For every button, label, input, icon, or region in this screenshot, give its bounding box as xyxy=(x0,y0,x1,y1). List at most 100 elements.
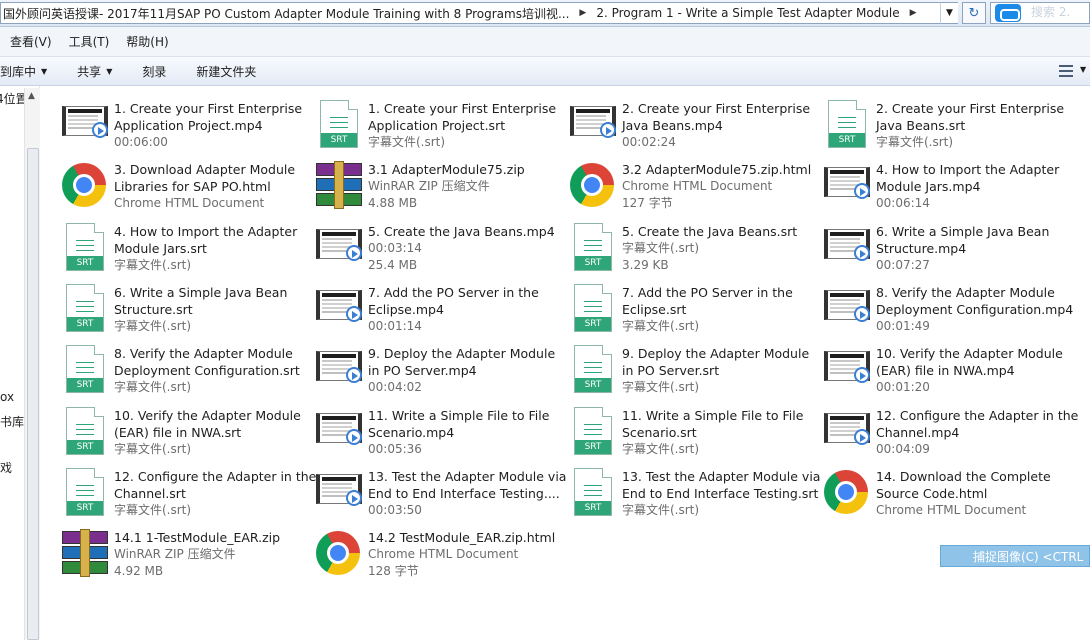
file-meta: WinRAR ZIP 压缩文件 xyxy=(114,547,236,561)
file-name: Application Project.srt xyxy=(368,118,506,133)
file-item[interactable]: SRT 11. Write a Simple File to File Scenar… xyxy=(548,399,803,457)
file-text: 6. Write a Simple Java Bean Structure.srt… xyxy=(114,284,294,335)
nav-item-box[interactable]: ox xyxy=(0,390,14,404)
file-item[interactable]: 3. Download Adapter Module Libraries for … xyxy=(40,153,295,211)
file-name: Java Beans.mp4 xyxy=(622,118,723,133)
file-item[interactable]: SRT 13. Test the Adapter Module via End to… xyxy=(548,460,820,518)
file-name: Scenario.srt xyxy=(622,425,697,440)
file-meta: 127 字节 xyxy=(622,196,673,210)
address-bar[interactable]: 国外顾问英语授课- 2017年11月SAP PO Custom Adapter … xyxy=(0,2,957,24)
file-text: 7. Add the PO Server in the Eclipse.mp4 00… xyxy=(368,284,548,335)
file-item[interactable]: SRT 8. Verify the Adapter Module Deploymen… xyxy=(40,337,300,395)
file-item[interactable]: SRT 12. Configure the Adapter in the Chann… xyxy=(40,460,316,518)
file-text: 14. Download the Complete Source Code.htm… xyxy=(876,468,1056,519)
file-item[interactable]: SRT 9. Deploy the Adapter Module in PO Ser… xyxy=(548,337,809,395)
capture-image-tooltip[interactable]: 捕捉图像(C) <CTRL xyxy=(940,545,1090,567)
file-item[interactable]: 12. Configure the Adapter in the Channel.… xyxy=(802,399,1078,457)
file-item[interactable]: 5. Create the Java Beans.mp4 00:03:14 25.4… xyxy=(294,215,555,273)
file-name: 12. Configure the Adapter in the xyxy=(876,408,1079,423)
file-name: 14.1 1-TestModule_EAR.zip xyxy=(114,530,281,545)
file-item[interactable]: 14. Download the Complete Source Code.htm… xyxy=(802,460,1052,518)
file-item[interactable]: 13. Test the Adapter Module via End to En… xyxy=(294,460,566,518)
file-item[interactable]: 6. Write a Simple Java Bean Structure.mp4… xyxy=(802,215,1052,273)
file-text: 11. Write a Simple File to File Scenario.… xyxy=(368,407,550,458)
file-item[interactable]: 7. Add the PO Server in the Eclipse.mp4 00… xyxy=(294,276,544,334)
chrome-html-icon xyxy=(60,161,108,209)
file-meta: 字幕文件(.srt) xyxy=(368,135,446,149)
nav-item-games[interactable]: 戏 xyxy=(0,459,12,476)
file-name: 2. Create your First Enterprise xyxy=(622,101,811,116)
file-item[interactable]: 2. Create your First Enterprise Java Bean… xyxy=(548,92,810,150)
file-item[interactable]: SRT 7. Add the PO Server in the Eclipse.sr… xyxy=(548,276,798,334)
file-meta: 00:04:09 xyxy=(876,442,930,456)
file-text: 7. Add the PO Server in the Eclipse.srt 字幕… xyxy=(622,284,802,335)
address-dropdown-icon[interactable]: ▼ xyxy=(940,2,958,24)
file-text: 8. Verify the Adapter Module Deployment C… xyxy=(114,345,300,396)
menu-view[interactable]: 查看(V) xyxy=(10,33,52,50)
file-name: 10. Verify the Adapter Module xyxy=(114,408,301,423)
scrollbar-thumb[interactable] xyxy=(27,148,39,640)
file-meta: 字幕文件(.srt) xyxy=(622,442,700,456)
search-input[interactable]: 搜索 2. xyxy=(990,2,1090,24)
file-name: Structure.srt xyxy=(114,302,193,317)
cloud-icon xyxy=(995,4,1021,22)
file-name: Scenario.mp4 xyxy=(368,425,455,440)
menu-help[interactable]: 帮助(H) xyxy=(126,33,168,50)
file-item[interactable]: 11. Write a Simple File to File Scenario.… xyxy=(294,399,549,457)
file-item[interactable]: 9. Deploy the Adapter Module in PO Server… xyxy=(294,337,555,395)
view-options-chevron-icon[interactable]: ▼ xyxy=(1080,65,1086,74)
new-folder-label: 新建文件夹 xyxy=(196,64,257,79)
breadcrumb-separator-icon[interactable]: ▶ xyxy=(579,8,586,18)
share-button[interactable]: 共享 ▼ xyxy=(77,63,112,80)
file-item[interactable]: 3.2 AdapterModule75.zip.html Chrome HTML … xyxy=(548,153,811,211)
breadcrumb-separator-icon[interactable]: ▶ xyxy=(910,8,917,18)
file-item[interactable]: SRT 5. Create the Java Beans.srt 字幕文件(.srt… xyxy=(548,215,798,273)
refresh-icon[interactable]: ↻ xyxy=(962,2,986,24)
file-item[interactable]: SRT 1. Create your First Enterprise Applic… xyxy=(294,92,556,150)
file-item[interactable]: 14.2 TestModule_EAR.zip.html Chrome HTML … xyxy=(294,521,555,579)
file-meta: 00:03:50 xyxy=(368,503,422,517)
breadcrumb-parent[interactable]: 国外顾问英语授课- 2017年11月SAP PO Custom Adapter … xyxy=(3,5,569,22)
file-name: 9. Deploy the Adapter Module xyxy=(622,346,810,361)
file-name: in PO Server.mp4 xyxy=(368,363,477,378)
file-item[interactable]: 8. Verify the Adapter Module Deployment C… xyxy=(802,276,1073,334)
file-item[interactable]: 4. How to Import the Adapter Module Jars.… xyxy=(802,153,1059,211)
file-name: Eclipse.srt xyxy=(622,302,687,317)
file-item[interactable]: SRT 6. Write a Simple Java Bean Structure.… xyxy=(40,276,290,334)
file-name: Module Jars.mp4 xyxy=(876,179,981,194)
file-name: in PO Server.srt xyxy=(622,363,720,378)
scroll-up-icon[interactable]: ▲ xyxy=(28,91,35,101)
file-meta: 00:01:49 xyxy=(876,319,930,333)
file-name: 11. Write a Simple File to File xyxy=(368,408,550,423)
file-name: Application Project.mp4 xyxy=(114,118,263,133)
file-item[interactable]: SRT 4. How to Import the Adapter Module Ja… xyxy=(40,215,297,273)
file-text: 12. Configure the Adapter in the Channel.… xyxy=(114,468,316,519)
nav-item-library[interactable]: 书库 xyxy=(0,413,24,430)
include-in-library-button[interactable]: 到库中 ▼ xyxy=(0,63,47,80)
file-name: 14.2 TestModule_EAR.zip.html xyxy=(368,530,556,545)
file-meta: 00:01:20 xyxy=(876,380,930,394)
menu-tools[interactable]: 工具(T) xyxy=(69,33,110,50)
file-meta: 3.29 KB xyxy=(622,258,669,272)
file-item[interactable]: 10. Verify the Adapter Module (EAR) file … xyxy=(802,337,1063,395)
file-name: 1. Create your First Enterprise xyxy=(368,101,557,116)
file-text: 12. Configure the Adapter in the Channel.… xyxy=(876,407,1079,458)
file-item[interactable]: SRT 10. Verify the Adapter Module (EAR) fi… xyxy=(40,399,301,457)
video-file-icon xyxy=(60,100,108,148)
file-meta: 字幕文件(.srt) xyxy=(622,319,700,333)
new-folder-button[interactable]: 新建文件夹 xyxy=(196,63,256,80)
file-name: Source Code.html xyxy=(876,486,988,501)
breadcrumb-current[interactable]: 2. Program 1 - Write a Simple Test Adapt… xyxy=(596,6,899,20)
file-item[interactable]: 1. Create your First Enterprise Applicati… xyxy=(40,92,302,150)
burn-button[interactable]: 刻录 xyxy=(142,63,166,80)
navigation-scrollbar[interactable]: ▲ xyxy=(24,88,40,640)
file-item[interactable]: SRT 2. Create your First Enterprise Java B… xyxy=(802,92,1064,150)
file-meta: Chrome HTML Document xyxy=(622,179,773,193)
file-item[interactable]: 14.1 1-TestModule_EAR.zip WinRAR ZIP 压缩文件… xyxy=(40,521,290,579)
change-view-icon[interactable] xyxy=(1056,61,1076,81)
file-text: 4. How to Import the Adapter Module Jars.… xyxy=(114,223,297,274)
file-meta: 00:04:02 xyxy=(368,380,422,394)
file-item[interactable]: 3.1 AdapterModule75.zip WinRAR ZIP 压缩文件 4.… xyxy=(294,153,544,211)
file-meta: 4.92 MB xyxy=(114,564,164,578)
chrome-html-icon xyxy=(568,161,616,209)
